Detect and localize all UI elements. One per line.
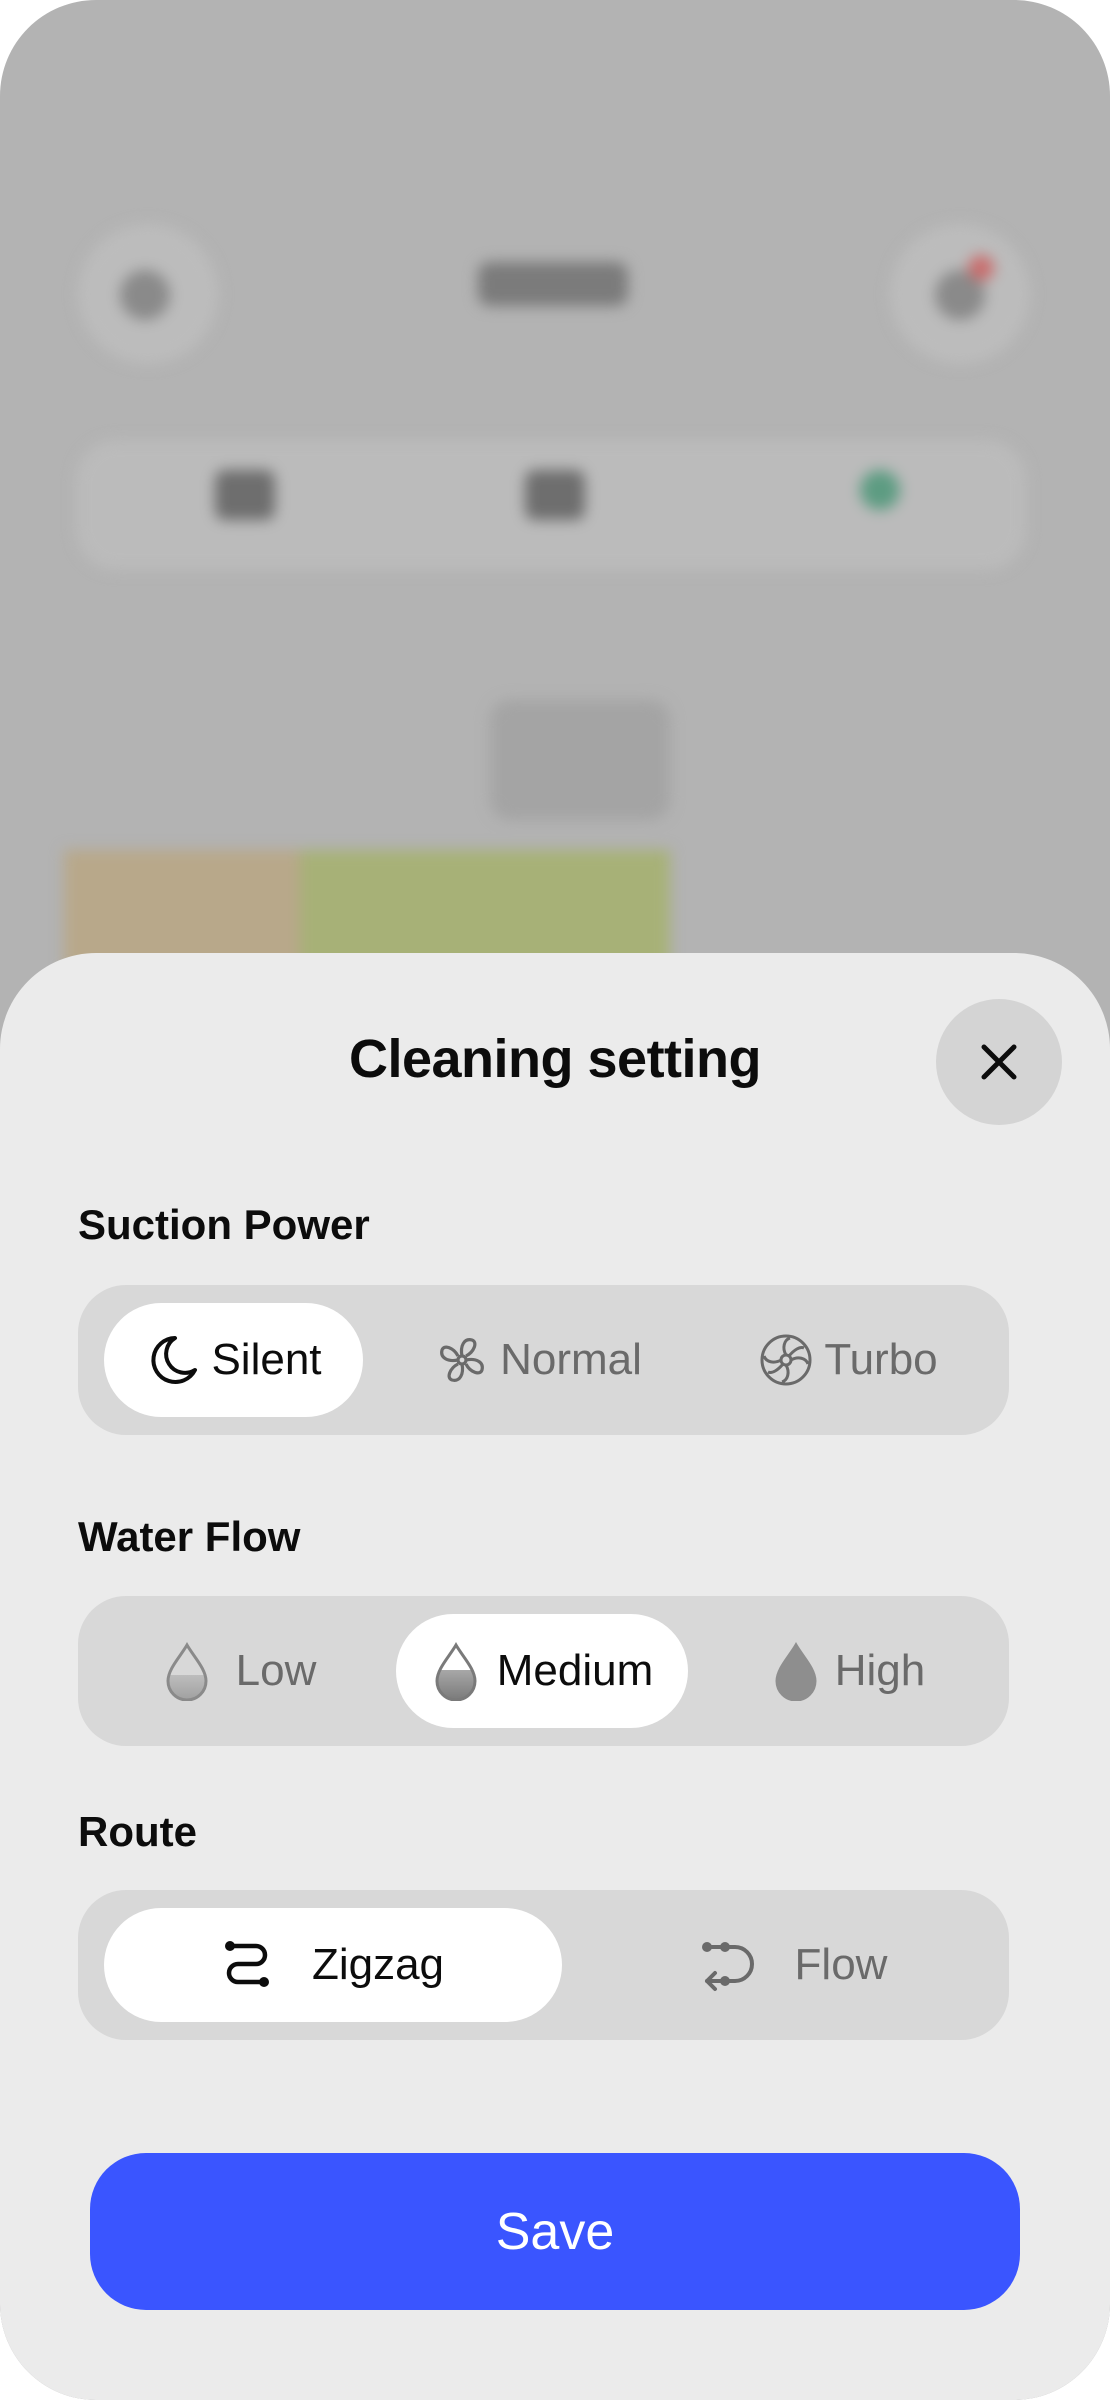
moon-icon: [151, 1336, 198, 1384]
water-option-label: Medium: [496, 1646, 654, 1695]
water-flow-selector: Low Medium High: [78, 1596, 1009, 1746]
water-option-high[interactable]: High: [718, 1614, 978, 1728]
close-icon: [981, 1044, 1017, 1080]
bg-title: [478, 262, 628, 306]
water-option-low[interactable]: Low: [104, 1614, 374, 1728]
drop-medium-icon: [435, 1642, 477, 1701]
suction-option-label: Normal: [500, 1335, 642, 1384]
close-button[interactable]: [936, 999, 1062, 1125]
drop-low-icon: [166, 1642, 208, 1701]
zigzag-route-icon: [224, 1941, 269, 1987]
flow-route-icon: [701, 1942, 754, 1991]
route-label: Route: [78, 1808, 197, 1855]
bg-notification-dot: [968, 255, 994, 281]
suction-power-selector: Silent Normal Turbo: [78, 1285, 1009, 1435]
drop-high-icon: [775, 1642, 817, 1701]
bg-stat-1: [215, 470, 275, 520]
phone-screen: Cleaning setting Suction Power Silent No…: [0, 0, 1110, 2400]
turbo-fan-icon: [760, 1334, 812, 1386]
water-option-medium[interactable]: Medium: [396, 1614, 688, 1728]
fan-icon: [440, 1338, 484, 1382]
suction-option-turbo[interactable]: Turbo: [718, 1303, 978, 1417]
route-option-label: Zigzag: [311, 1940, 445, 1989]
suction-option-label: Turbo: [824, 1335, 938, 1384]
suction-option-label: Silent: [211, 1335, 322, 1384]
bg-map-room-orange: [64, 850, 314, 970]
save-button[interactable]: Save: [90, 2153, 1020, 2310]
route-option-flow[interactable]: Flow: [592, 1908, 992, 2022]
route-option-label: Flow: [794, 1940, 888, 1989]
bg-stat-3: [860, 470, 900, 510]
water-option-label: Low: [235, 1646, 317, 1695]
water-option-label: High: [834, 1646, 926, 1695]
bg-menu-icon: [120, 270, 170, 320]
suction-power-label: Suction Power: [78, 1201, 370, 1248]
route-option-zigzag[interactable]: Zigzag: [104, 1908, 562, 2022]
bg-map-block: [490, 700, 670, 820]
bg-map-room-green: [300, 850, 670, 970]
cleaning-setting-sheet: Cleaning setting Suction Power Silent No…: [0, 953, 1110, 2400]
route-selector: Zigzag Flow: [78, 1890, 1009, 2040]
bg-stat-2: [525, 470, 585, 520]
suction-option-silent[interactable]: Silent: [104, 1303, 363, 1417]
suction-option-normal[interactable]: Normal: [408, 1303, 668, 1417]
water-flow-label: Water Flow: [78, 1513, 301, 1560]
